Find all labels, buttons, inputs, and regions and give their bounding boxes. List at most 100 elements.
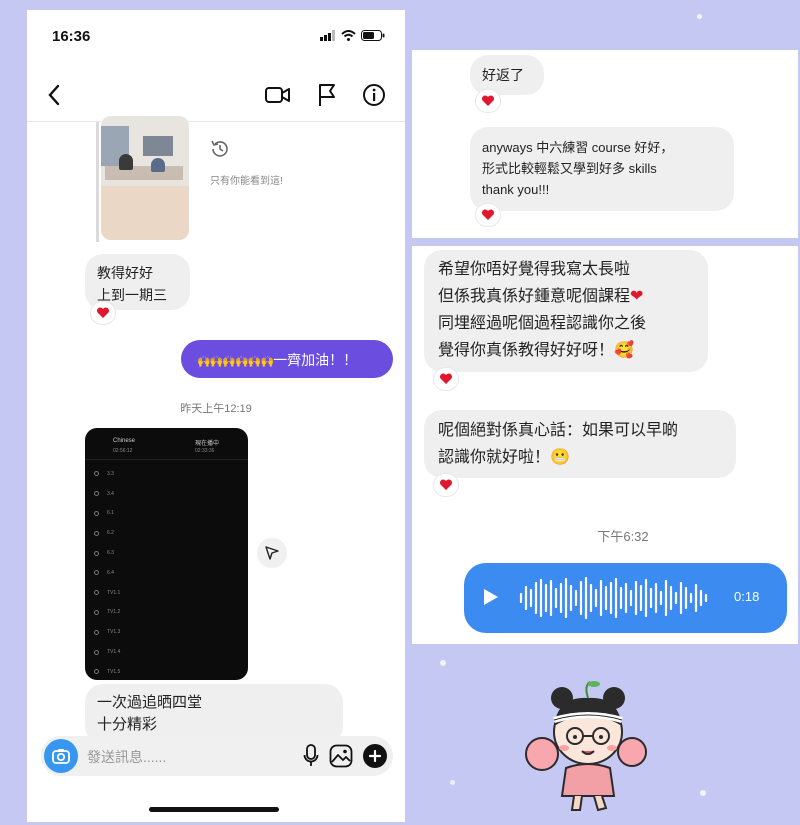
message-line: 十分精彩 [97, 716, 158, 733]
message-line: 教得好好 [97, 265, 153, 281]
screenshot-row: TV1.3 [85, 622, 248, 642]
play-icon [484, 589, 498, 605]
screenshot-row: 3.3 [85, 464, 248, 484]
cheerleader-sticker [525, 681, 647, 812]
message-line: anyways 中六練習 course 好好， [482, 140, 674, 155]
share-button[interactable] [257, 538, 287, 568]
screenshot-row: 6.3 [85, 543, 248, 563]
message-bubble[interactable]: anyways 中六練習 course 好好， 形式比較輕鬆又學到好多 skil… [470, 127, 734, 211]
row-label: TV1.3 [107, 629, 121, 636]
waveform [519, 576, 708, 620]
status-icons [320, 30, 385, 41]
outgoing-message-bubble[interactable]: 🙌🙌🙌🙌🙌🙌一齊加油！！ [181, 340, 393, 378]
screenshot-col-1: Chinese [113, 438, 136, 444]
timestamp: 昨天上午12:19 [180, 403, 252, 415]
signal-icon [320, 30, 335, 41]
screenshot-row: TV1.4 [85, 642, 248, 662]
message-line: 覺得你真係教得好好呀！🥰 [438, 337, 694, 364]
red-heart-emoji: ❤ [630, 288, 644, 305]
video-call-button[interactable] [263, 80, 293, 110]
flag-icon [319, 84, 335, 106]
bullet-icon [94, 491, 99, 497]
heart-icon [439, 479, 453, 490]
heart-reaction[interactable] [91, 302, 115, 324]
gallery-button[interactable] [329, 744, 353, 773]
bullet-icon [94, 471, 99, 477]
row-label: 3.4 [107, 490, 114, 497]
voice-message[interactable]: 0:18 [464, 563, 787, 633]
message-bubble[interactable]: 好返了 [470, 55, 544, 95]
bullet-icon [94, 669, 99, 675]
chat-header [27, 72, 405, 122]
bullet-icon [94, 590, 99, 596]
smiling-hearts-emoji: 🥰 [614, 342, 634, 359]
shared-screenshot[interactable]: Chinese 現在播中 02:56:12 02:33:36 3.3 3.4 6… [85, 428, 248, 680]
video-call-icon [265, 87, 290, 103]
photo-desk [105, 166, 183, 180]
screenshot-sub-1: 02:56:12 [113, 448, 133, 454]
heart-reaction[interactable] [476, 90, 500, 112]
voice-duration: 0:18 [734, 589, 760, 604]
seen-only-note: 只有你能看到這! [210, 176, 283, 187]
status-bar: 16:36 [27, 10, 405, 54]
heart-icon [96, 307, 110, 318]
row-label: 6.2 [107, 530, 114, 537]
bullet-icon [94, 530, 99, 536]
message-text: 認識你就好啦！ [438, 449, 551, 466]
grinning-emoji: 😬 [550, 449, 570, 466]
photo-person-2 [151, 158, 165, 172]
screenshot-row: 6.2 [85, 523, 248, 543]
background-dot [440, 660, 446, 666]
heart-reaction[interactable] [434, 368, 458, 390]
camera-button[interactable] [44, 739, 78, 773]
back-button[interactable] [39, 80, 69, 110]
screenshot-row: TV1.2 [85, 603, 248, 623]
row-label: 6.4 [107, 569, 114, 576]
camera-icon [52, 749, 70, 764]
heart-reaction[interactable] [434, 474, 458, 496]
play-button[interactable] [482, 587, 500, 612]
message-bubble[interactable]: 希望你唔好覺得我寫太長啦 但係我真係好鍾意呢個課程❤ 同埋經過呢個過程認識你之後… [424, 250, 708, 372]
row-label: TV1.2 [107, 609, 121, 616]
cheer-emoji-row: 🙌🙌🙌🙌🙌🙌 [197, 356, 274, 368]
info-icon [363, 84, 385, 106]
chat-excerpt-top: 好返了 anyways 中六練習 course 好好， 形式比較輕鬆又學到好多 … [412, 50, 798, 238]
microphone-button[interactable] [303, 744, 319, 773]
message-text: 覺得你真係教得好好呀！ [438, 342, 615, 359]
message-line: 同埋經過呢個過程認識你之後 [438, 315, 647, 332]
timestamp: 下午6:32 [597, 529, 649, 544]
message-text: 但係我真係好鍾意呢個課程 [438, 288, 631, 305]
shared-photo-border [96, 122, 99, 242]
photo-floor [101, 186, 189, 240]
screenshot-row: 3.4 [85, 484, 248, 504]
message-line: 希望你唔好覺得我寫太長啦 [438, 261, 631, 278]
add-button[interactable] [363, 744, 387, 768]
report-button[interactable] [312, 80, 342, 110]
info-button[interactable] [359, 80, 389, 110]
message-text: 好返了 [482, 67, 524, 83]
screenshot-row: TV1.5 [85, 662, 248, 680]
status-time: 16:36 [52, 28, 91, 45]
history-icon [211, 140, 228, 157]
bullet-icon [94, 570, 99, 576]
gallery-icon [329, 744, 353, 768]
row-label: 6.1 [107, 510, 114, 517]
bullet-icon [94, 649, 99, 655]
message-line: 但係我真係好鍾意呢個課程❤ [438, 283, 694, 310]
bullet-icon [94, 629, 99, 635]
message-composer: 發送訊息...... [41, 736, 393, 776]
screenshot-list: 3.3 3.4 6.1 6.2 6.3 6.4 TV1.1 TV1.2 TV1.… [85, 460, 248, 680]
screenshot-col-2: 現在播中 [195, 441, 220, 447]
message-bubble[interactable]: 一次過追晒四堂 十分精彩 [85, 684, 343, 744]
message-input[interactable]: 發送訊息...... [87, 747, 166, 767]
heart-icon [481, 209, 495, 220]
back-icon [48, 84, 60, 106]
heart-reaction[interactable] [476, 204, 500, 226]
message-line: 形式比較輕鬆又學到好多 skills [482, 161, 657, 176]
shared-photo[interactable] [101, 116, 189, 240]
chat-screen: 16:36 只有你能看到這! 教得好好 上到一期三 🙌🙌🙌🙌🙌🙌一齊加油！！ 昨… [27, 10, 405, 822]
message-bubble[interactable]: 呢個絕對係真心話：如果可以早啲 認識你就好啦！😬 [424, 410, 736, 478]
row-label: TV1.1 [107, 589, 121, 596]
row-label: TV1.4 [107, 649, 121, 656]
wifi-icon [341, 30, 356, 41]
